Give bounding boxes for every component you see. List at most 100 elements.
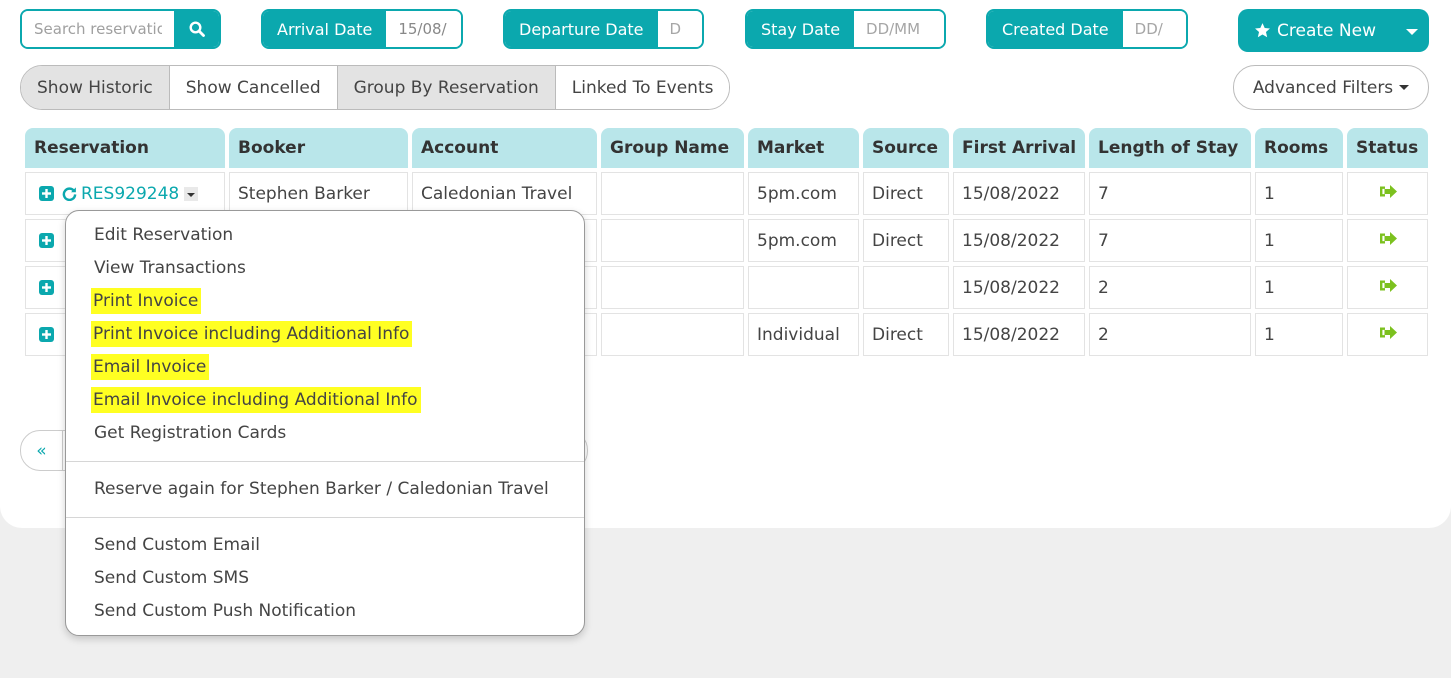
arrival-date-input[interactable] — [386, 11, 461, 47]
show-historic-toggle[interactable]: Show Historic — [21, 66, 170, 109]
search-button[interactable] — [174, 11, 219, 47]
menu-item-label: Get Registration Cards — [94, 423, 287, 443]
menu-item-label: Print Invoice — [91, 288, 202, 314]
menu-item-label: Email Invoice — [91, 354, 210, 380]
menu-item-label: Send Custom SMS — [94, 568, 250, 588]
status-cell — [1347, 266, 1428, 309]
menu-item-label: Print Invoice including Additional Info — [91, 321, 413, 347]
view-toggle-group: Show Historic Show Cancelled Group By Re… — [20, 65, 731, 110]
rooms-cell: 1 — [1255, 313, 1343, 356]
arrival-date-label: Arrival Date — [263, 11, 387, 47]
pagination-first-button[interactable]: « — [21, 431, 63, 470]
create-new-button[interactable]: Create New — [1238, 21, 1395, 41]
expand-plus-icon[interactable] — [39, 327, 54, 342]
menu-item-send-custom-push[interactable]: Send Custom Push Notification — [66, 595, 584, 628]
col-header-reservation[interactable]: Reservation — [25, 128, 225, 168]
group-name-cell — [601, 313, 744, 356]
reservation-actions-toggle[interactable] — [184, 186, 199, 201]
linked-to-events-toggle[interactable]: Linked To Events — [555, 66, 730, 109]
col-header-source[interactable]: Source — [863, 128, 949, 168]
advanced-filters-label: Advanced Filters — [1252, 77, 1394, 98]
status-cell — [1347, 172, 1428, 215]
market-cell — [748, 266, 859, 309]
status-cell — [1347, 219, 1428, 262]
length-of-stay-cell: 2 — [1089, 313, 1251, 356]
source-cell — [863, 266, 949, 309]
search-group — [20, 9, 221, 49]
created-date-label: Created Date — [988, 11, 1123, 47]
menu-divider — [66, 517, 584, 518]
group-name-cell — [601, 266, 744, 309]
expand-plus-icon[interactable] — [39, 233, 54, 248]
menu-item-print-invoice[interactable]: Print Invoice — [66, 285, 584, 318]
col-header-booker[interactable]: Booker — [229, 128, 408, 168]
col-header-group-name[interactable]: Group Name — [601, 128, 744, 168]
menu-item-send-custom-email[interactable]: Send Custom Email — [66, 529, 584, 562]
search-input[interactable] — [22, 11, 174, 47]
first-arrival-cell: 15/08/2022 — [953, 313, 1085, 356]
departure-date-input[interactable] — [657, 11, 702, 47]
menu-item-label: View Transactions — [94, 258, 246, 278]
group-name-cell — [601, 172, 744, 215]
expand-plus-icon[interactable] — [39, 280, 54, 295]
create-new-button-group: Create New — [1238, 9, 1429, 52]
menu-item-label: Email Invoice including Additional Info — [91, 387, 421, 413]
menu-item-view-transactions[interactable]: View Transactions — [66, 252, 584, 285]
rooms-cell: 1 — [1255, 219, 1343, 262]
first-arrival-cell: 15/08/2022 — [953, 219, 1085, 262]
menu-item-label: Send Custom Push Notification — [94, 601, 357, 621]
col-header-market[interactable]: Market — [748, 128, 859, 168]
market-cell: 5pm.com — [748, 219, 859, 262]
star-icon — [1255, 23, 1270, 38]
col-header-status[interactable]: Status — [1347, 128, 1428, 168]
menu-item-email-invoice[interactable]: Email Invoice — [66, 351, 584, 384]
table-header-row: Reservation Booker Account Group Name Ma… — [25, 128, 1428, 168]
source-cell: Direct — [863, 313, 949, 356]
menu-item-print-invoice-additional[interactable]: Print Invoice including Additional Info — [66, 318, 584, 351]
reservation-link[interactable]: RES929248 — [81, 184, 179, 204]
arrival-date-filter: Arrival Date — [261, 9, 463, 49]
account-cell: Caledonian Travel — [412, 172, 597, 215]
created-date-filter: Created Date — [986, 9, 1188, 49]
group-by-reservation-toggle[interactable]: Group By Reservation — [337, 66, 556, 109]
expand-plus-icon[interactable] — [39, 186, 54, 201]
menu-item-edit-reservation[interactable]: Edit Reservation — [66, 219, 584, 252]
menu-item-label: Send Custom Email — [94, 535, 260, 555]
group-name-cell — [601, 219, 744, 262]
search-icon — [188, 21, 205, 37]
length-of-stay-cell: 7 — [1089, 219, 1251, 262]
source-cell: Direct — [863, 172, 949, 215]
col-header-first-arrival[interactable]: First Arrival — [953, 128, 1085, 168]
check-in-icon[interactable] — [1378, 230, 1398, 247]
stay-date-input[interactable] — [854, 11, 944, 47]
table-row: RES929248 Stephen Barker Caledonian Trav… — [25, 172, 1428, 215]
col-header-rooms[interactable]: Rooms — [1255, 128, 1343, 168]
first-arrival-cell: 15/08/2022 — [953, 172, 1085, 215]
check-in-icon[interactable] — [1378, 277, 1398, 294]
menu-item-get-registration-cards[interactable]: Get Registration Cards — [66, 417, 584, 450]
check-in-icon[interactable] — [1378, 324, 1398, 341]
rooms-cell: 1 — [1255, 266, 1343, 309]
chevron-down-icon — [1399, 85, 1410, 90]
length-of-stay-cell: 7 — [1089, 172, 1251, 215]
menu-item-reserve-again[interactable]: Reserve again for Stephen Barker / Caled… — [66, 473, 584, 506]
col-header-length-of-stay[interactable]: Length of Stay — [1089, 128, 1251, 168]
created-date-input[interactable] — [1122, 11, 1186, 47]
col-header-account[interactable]: Account — [412, 128, 597, 168]
menu-item-email-invoice-additional[interactable]: Email Invoice including Additional Info — [66, 384, 584, 417]
show-cancelled-toggle[interactable]: Show Cancelled — [169, 66, 338, 109]
source-cell: Direct — [863, 219, 949, 262]
reservation-cell: RES929248 — [25, 172, 225, 215]
market-cell: Individual — [748, 313, 859, 356]
menu-item-send-custom-sms[interactable]: Send Custom SMS — [66, 562, 584, 595]
menu-item-label: Reserve again for Stephen Barker / Caled… — [94, 479, 549, 499]
create-new-dropdown-toggle[interactable] — [1395, 27, 1429, 35]
status-cell — [1347, 313, 1428, 356]
check-in-icon[interactable] — [1378, 183, 1398, 200]
departure-date-label: Departure Date — [505, 11, 658, 47]
reservation-actions-menu: Edit Reservation View Transactions Print… — [65, 210, 585, 636]
stay-date-label: Stay Date — [747, 11, 855, 47]
departure-date-filter: Departure Date — [503, 9, 704, 49]
advanced-filters-button[interactable]: Advanced Filters — [1233, 65, 1429, 110]
menu-divider — [66, 461, 584, 462]
